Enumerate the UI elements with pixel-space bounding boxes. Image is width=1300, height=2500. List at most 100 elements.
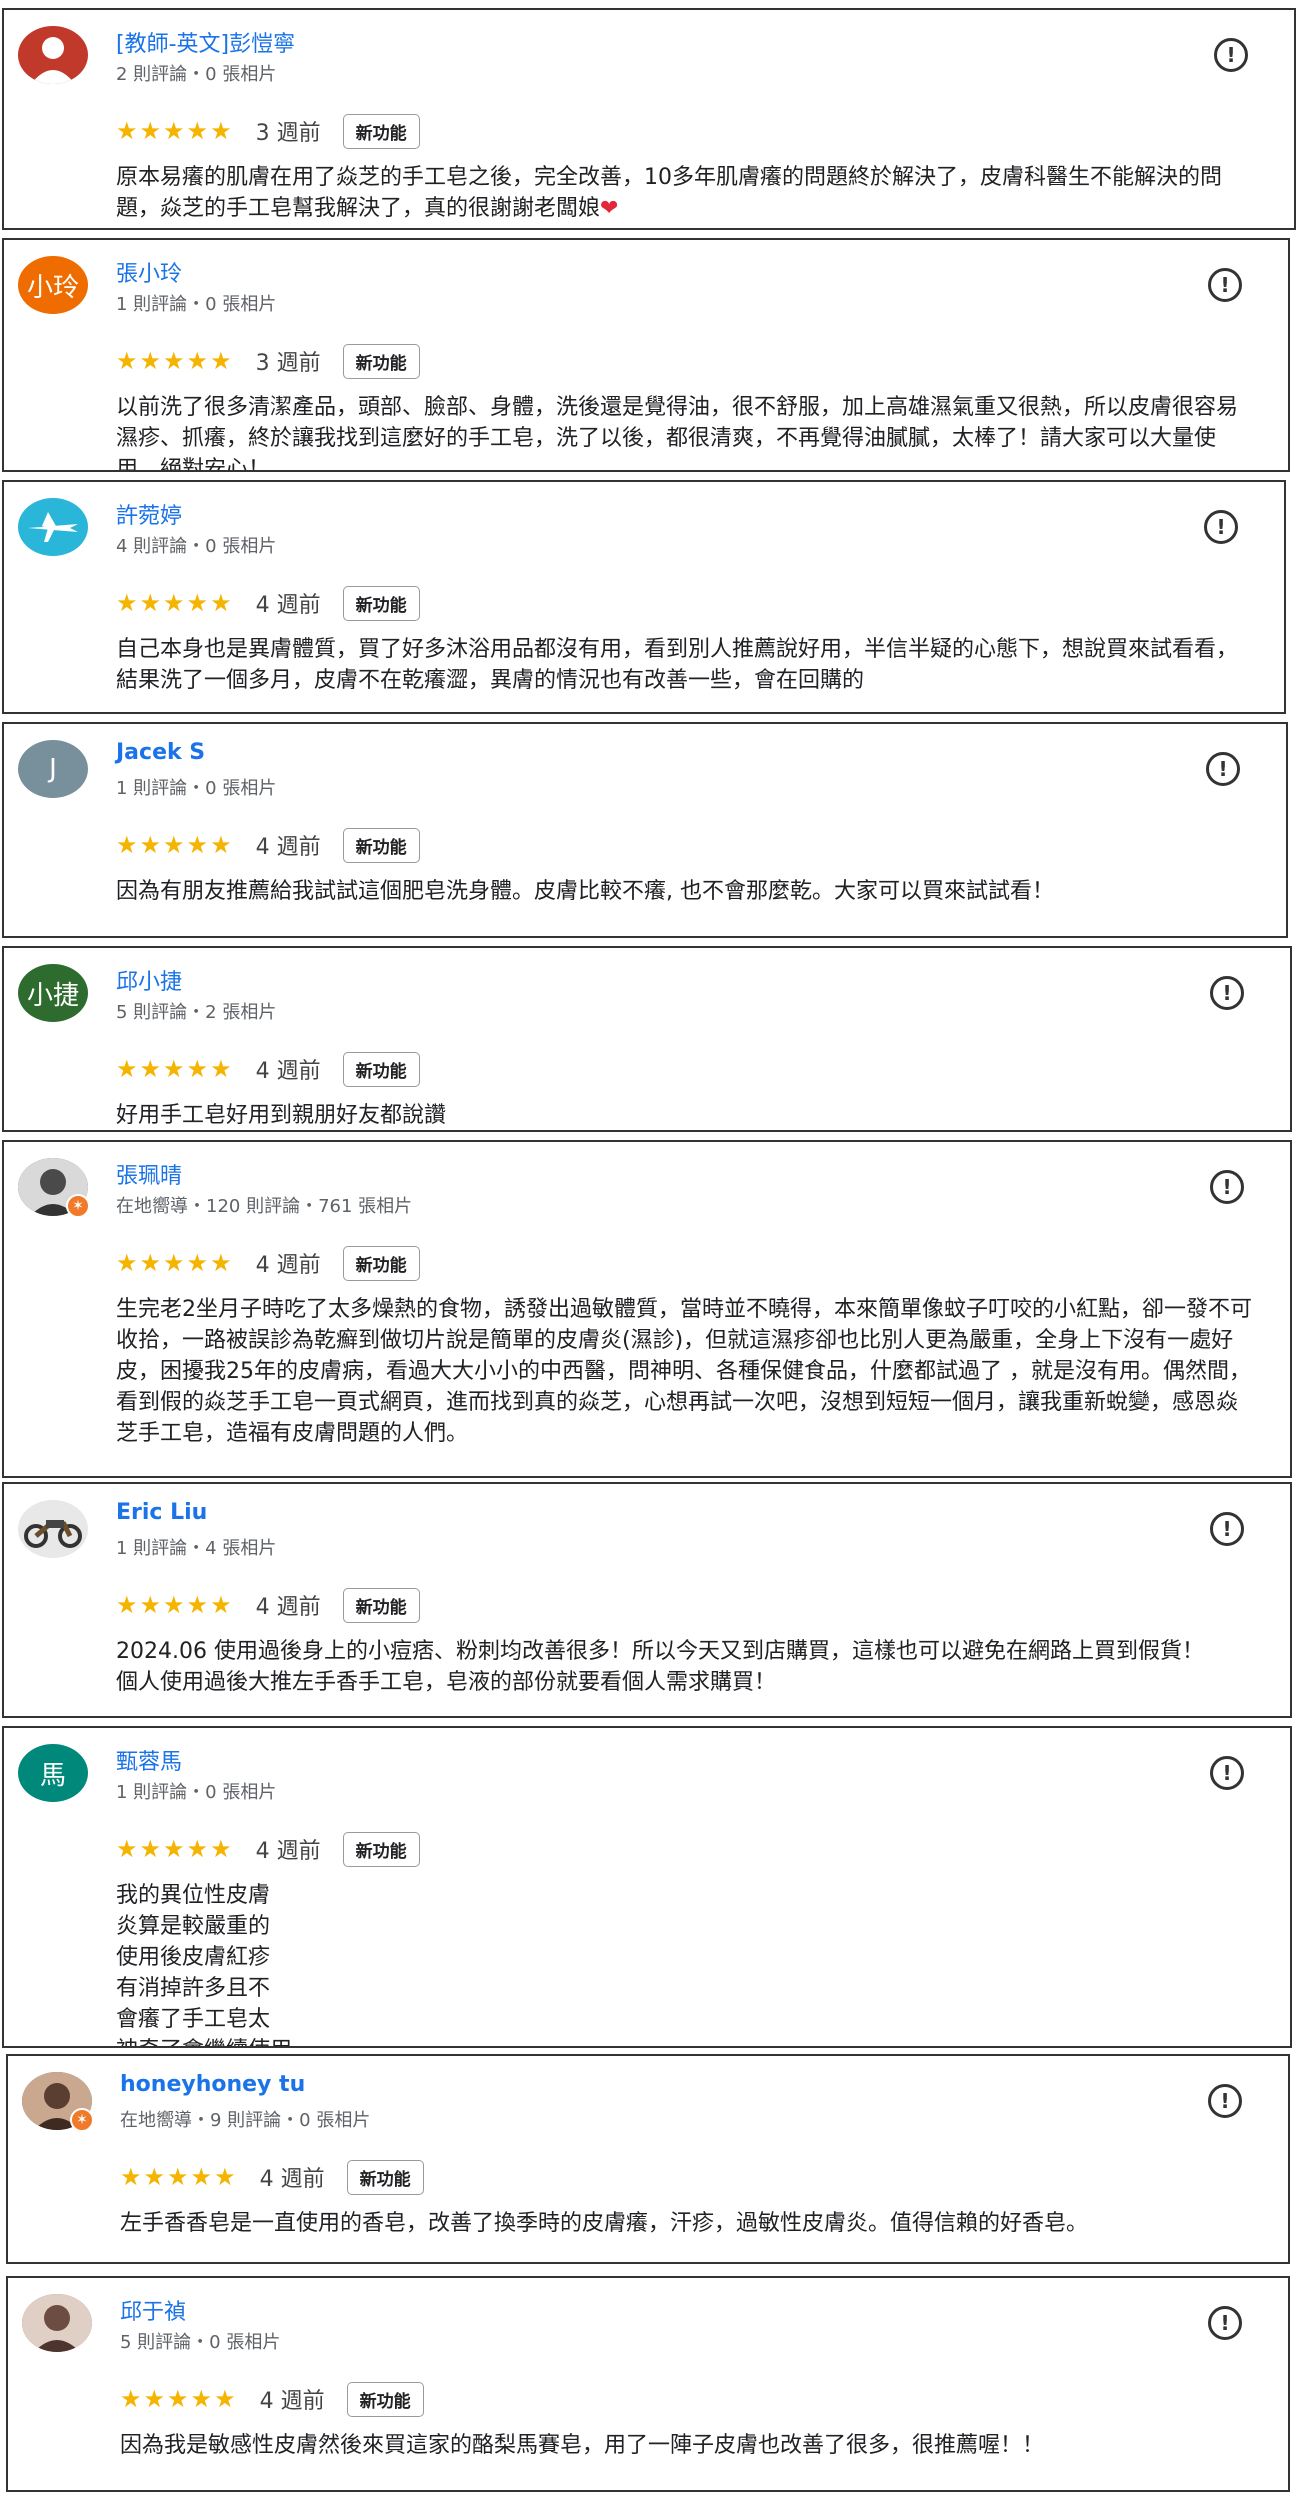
report-icon[interactable]: ! <box>1210 976 1244 1010</box>
new-feature-badge[interactable]: 新功能 <box>346 2381 424 2417</box>
review-time: 4 週前 <box>255 1253 321 1278</box>
review-text: 以前洗了很多清潔產品，頭部、臉部、身體，洗後還是覺得油，很不舒服，加上高雄濕氣重… <box>116 395 1239 472</box>
avatar[interactable]: 小捷 <box>18 964 88 1022</box>
new-feature-badge[interactable]: 新功能 <box>342 113 420 149</box>
rating-row: ★★★★★ 3 週前 新功能 <box>116 112 420 150</box>
reviewer-meta: 在地嚮導・120 則評論・761 張相片 <box>116 1196 413 1217</box>
review-time: 3 週前 <box>255 121 321 146</box>
star-rating: ★★★★★ <box>120 2385 238 2413</box>
new-feature-badge[interactable]: 新功能 <box>342 1245 420 1281</box>
rating-row: ★★★★★ 4 週前 新功能 <box>116 1830 420 1868</box>
new-feature-badge[interactable]: 新功能 <box>342 343 420 379</box>
review-card: 馬 甄蓉馬 1 則評論・0 張相片 ! ★★★★★ 4 週前 新功能 我的異位性… <box>2 1726 1292 2048</box>
avatar[interactable]: 馬 <box>18 1744 88 1802</box>
review-time: 4 週前 <box>255 593 321 618</box>
review-card: J Jacek S 1 則評論・0 張相片 ! ★★★★★ 4 週前 新功能 因… <box>2 722 1288 938</box>
rating-row: ★★★★★ 4 週前 新功能 <box>120 2158 424 2196</box>
review-text: 2024.06 使用過後身上的小痘痞、粉刺均改善很多！所以今天又到店購買，這樣也… <box>116 1639 1204 1695</box>
avatar[interactable]: ✶ <box>18 1158 90 1218</box>
new-feature-badge[interactable]: 新功能 <box>342 827 420 863</box>
review-card: Eric Liu 1 則評論・4 張相片 ! ★★★★★ 4 週前 新功能 20… <box>2 1482 1292 1718</box>
reviewer-meta: 在地嚮導・9 則評論・0 張相片 <box>120 2110 371 2131</box>
review-text: 好用手工皂好用到親朋好友都說讚 <box>116 1103 447 1128</box>
reviewer-name[interactable]: Eric Liu <box>116 1500 207 1525</box>
reviewer-meta: 1 則評論・0 張相片 <box>116 1782 277 1803</box>
review-text: 自己本身也是異膚體質，買了好多沐浴用品都沒有用，看到別人推薦說好用，半信半疑的心… <box>116 637 1239 693</box>
star-rating: ★★★★★ <box>120 2163 238 2191</box>
local-guide-badge-icon: ✶ <box>66 1194 90 1218</box>
reviewer-meta: 1 則評論・0 張相片 <box>116 778 277 799</box>
review-time: 4 週前 <box>255 1059 321 1084</box>
reviewer-name[interactable]: 甄蓉馬 <box>116 1744 182 1776</box>
new-feature-badge[interactable]: 新功能 <box>346 2159 424 2195</box>
new-feature-badge[interactable]: 新功能 <box>342 1831 420 1867</box>
reviewer-name[interactable]: 邱于禎 <box>120 2294 186 2326</box>
reviewer-name[interactable]: [教師-英文]彭愷寧 <box>116 26 295 58</box>
review-time: 4 週前 <box>255 835 321 860</box>
avatar[interactable]: 小玲 <box>18 256 88 314</box>
review-card: [教師-英文]彭愷寧 2 則評論・0 張相片 ! ★★★★★ 3 週前 新功能 … <box>2 8 1296 230</box>
report-icon[interactable]: ! <box>1210 1170 1244 1204</box>
report-icon[interactable]: ! <box>1208 2084 1242 2118</box>
new-feature-badge[interactable]: 新功能 <box>342 1051 420 1087</box>
star-rating: ★★★★★ <box>116 1835 234 1863</box>
review-card: ✶ 張珮晴 在地嚮導・120 則評論・761 張相片 ! ★★★★★ 4 週前 … <box>2 1140 1292 1478</box>
star-rating: ★★★★★ <box>116 1591 234 1619</box>
report-icon[interactable]: ! <box>1210 1756 1244 1790</box>
reviewer-meta: 1 則評論・4 張相片 <box>116 1538 277 1559</box>
reviewer-name[interactable]: honeyhoney tu <box>120 2072 305 2097</box>
reviewer-meta: 5 則評論・0 張相片 <box>120 2332 281 2353</box>
avatar-initials: 小捷 <box>26 980 79 1011</box>
heart-icon: ❤ <box>600 196 619 221</box>
report-icon[interactable]: ! <box>1206 752 1240 786</box>
star-rating: ★★★★★ <box>116 1055 234 1083</box>
report-icon[interactable]: ! <box>1214 38 1248 72</box>
report-icon[interactable]: ! <box>1204 510 1238 544</box>
reviewer-name[interactable]: Jacek S <box>116 740 205 765</box>
report-icon[interactable]: ! <box>1208 2306 1242 2340</box>
review-time: 4 週前 <box>259 2389 325 2414</box>
star-rating: ★★★★★ <box>116 831 234 859</box>
rating-row: ★★★★★ 3 週前 新功能 <box>116 342 420 380</box>
reviewer-name[interactable]: 邱小捷 <box>116 964 182 996</box>
reviewer-name[interactable]: 張小玲 <box>116 256 182 288</box>
new-feature-badge[interactable]: 新功能 <box>342 585 420 621</box>
reviewer-meta: 4 則評論・0 張相片 <box>116 536 277 557</box>
review-card: 小玲 張小玲 1 則評論・0 張相片 ! ★★★★★ 3 週前 新功能 以前洗了… <box>2 238 1290 472</box>
review-card: 許菀婷 4 則評論・0 張相片 ! ★★★★★ 4 週前 新功能 自己本身也是異… <box>2 480 1286 714</box>
review-card: ✶ honeyhoney tu 在地嚮導・9 則評論・0 張相片 ! ★★★★★… <box>6 2054 1290 2264</box>
person-icon <box>31 37 75 84</box>
review-text: 因為有朋友推薦給我試試這個肥皂洗身體。皮膚比較不癢, 也不會那麼乾。大家可以買來… <box>116 879 1054 904</box>
reviewer-name[interactable]: 許菀婷 <box>116 498 182 530</box>
review-card: 小捷 邱小捷 5 則評論・2 張相片 ! ★★★★★ 4 週前 新功能 好用手工… <box>2 946 1292 1132</box>
airplane-icon <box>28 512 78 542</box>
rating-row: ★★★★★ 4 週前 新功能 <box>116 1586 420 1624</box>
star-rating: ★★★★★ <box>116 347 234 375</box>
review-time: 4 週前 <box>255 1839 321 1864</box>
rating-row: ★★★★★ 4 週前 新功能 <box>116 584 420 622</box>
avatar[interactable] <box>18 498 88 556</box>
avatar[interactable] <box>22 2294 92 2352</box>
local-guide-badge-icon: ✶ <box>70 2108 94 2132</box>
star-rating: ★★★★★ <box>116 117 234 145</box>
reviewer-name[interactable]: 張珮晴 <box>116 1158 182 1190</box>
review-time: 3 週前 <box>255 351 321 376</box>
profile-photo-icon <box>22 2294 92 2352</box>
avatar[interactable] <box>18 26 88 84</box>
avatar-initials: 馬 <box>39 1760 66 1791</box>
review-body: 原本易癢的肌膚在用了焱芝的手工皂之後，完全改善，10多年肌膚癢的問題終於解決了，… <box>116 165 1222 221</box>
report-icon[interactable]: ! <box>1210 1512 1244 1546</box>
reviewer-meta: 2 則評論・0 張相片 <box>116 64 277 85</box>
star-rating: ★★★★★ <box>116 1249 234 1277</box>
avatar[interactable]: ✶ <box>22 2072 94 2132</box>
new-feature-badge[interactable]: 新功能 <box>342 1587 420 1623</box>
report-icon[interactable]: ! <box>1208 268 1242 302</box>
rating-row: ★★★★★ 4 週前 新功能 <box>116 1050 420 1088</box>
review-text: 生完老2坐月子時吃了太多燥熱的食物，誘發出過敏體質，當時並不曉得，本來簡單像蚊子… <box>116 1297 1253 1446</box>
review-text: 原本易癢的肌膚在用了焱芝的手工皂之後，完全改善，10多年肌膚癢的問題終於解決了，… <box>116 162 1260 224</box>
review-card: 邱于禎 5 則評論・0 張相片 ! ★★★★★ 4 週前 新功能 因為我是敏感性… <box>6 2276 1290 2492</box>
star-rating: ★★★★★ <box>116 589 234 617</box>
review-text: 我的異位性皮膚 炎算是較嚴重的 使用後皮膚紅疹 有消掉許多且不 會癢了手工皂太 … <box>116 1883 292 2046</box>
avatar[interactable] <box>18 1500 88 1558</box>
avatar[interactable]: J <box>18 740 88 798</box>
